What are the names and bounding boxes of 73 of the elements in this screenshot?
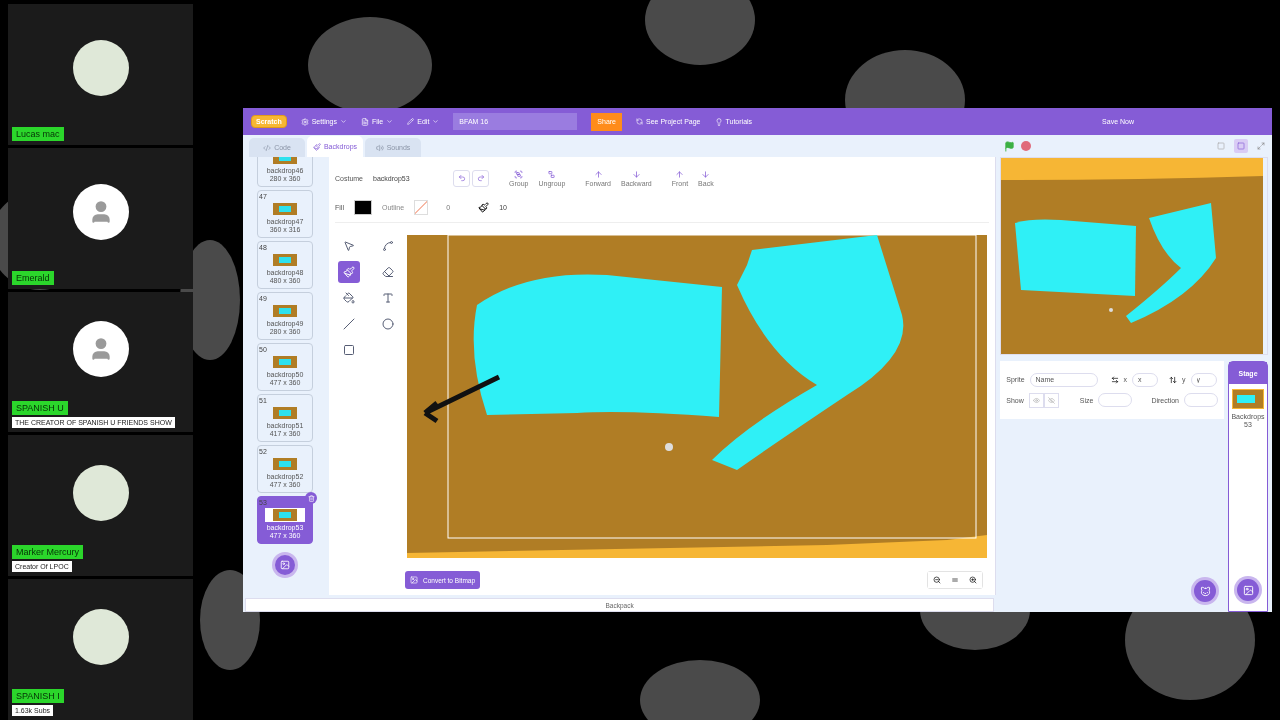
caret-icon (432, 118, 440, 125)
arrows-icon (636, 118, 643, 125)
caret-icon (386, 118, 394, 125)
fullscreen-icon (1257, 142, 1265, 150)
direction-field[interactable] (1184, 393, 1218, 407)
participant-name: SPANISH U (12, 401, 68, 416)
eye-icon (1032, 396, 1040, 404)
reshape-icon (382, 240, 394, 252)
add-backdrop-button[interactable] (275, 555, 295, 575)
brush-icon (312, 142, 321, 151)
brush-icon (343, 266, 355, 278)
equals-icon (951, 576, 960, 584)
small-stage-icon (1217, 142, 1225, 150)
fill-swatch[interactable] (353, 200, 372, 215)
arrow-up-icon (593, 169, 603, 179)
trash-icon (307, 494, 315, 502)
image-icon (1242, 584, 1254, 596)
group-icon (514, 169, 524, 179)
participant-name: SPANISH I (12, 689, 64, 703)
text-icon (382, 292, 394, 304)
settings-icon (300, 117, 309, 126)
show-button[interactable] (1028, 392, 1044, 408)
vertical-arrow-icon (1169, 375, 1178, 384)
lightbulb-icon (714, 117, 723, 126)
outline-swatch[interactable] (414, 200, 429, 215)
eraser-icon (382, 266, 394, 278)
size-field[interactable] (1098, 393, 1133, 407)
backdrop-thumbnail (273, 254, 297, 266)
backdrop-thumbnail (273, 407, 297, 419)
file-icon (361, 117, 369, 126)
fullscreen-button[interactable] (1254, 139, 1268, 153)
square-icon (343, 344, 355, 356)
zoom-out-icon (933, 576, 942, 584)
arrow-up-icon (675, 169, 685, 179)
pointer-icon (343, 240, 355, 252)
paint-bucket-icon (343, 292, 355, 304)
line-icon (343, 318, 355, 330)
image-icon (280, 560, 290, 570)
undo-icon (457, 174, 466, 182)
arrow-down-icon (701, 169, 711, 179)
backdrop-thumbnail (273, 305, 297, 317)
backdrop-thumbnail (273, 509, 297, 521)
backdrop-thumbnail (273, 203, 297, 215)
zoom-in-icon (969, 576, 978, 584)
code-icon (263, 143, 272, 152)
backdrop-thumbnail (273, 458, 297, 470)
undo-button[interactable] (453, 169, 470, 187)
participant-name: Marker Mercury (12, 545, 83, 560)
normal-stage-button[interactable] (1234, 139, 1248, 153)
caret-icon (340, 118, 347, 125)
speaker-icon (375, 143, 384, 152)
add-sprite-button[interactable] (1194, 580, 1216, 602)
cat-icon (1199, 585, 1211, 597)
brush-icon (478, 202, 490, 213)
stage-thumbnail (1233, 390, 1263, 408)
ungroup-icon (547, 169, 557, 179)
add-backdrop-button[interactable] (1237, 579, 1259, 601)
backdrop-thumbnail (273, 356, 297, 368)
participant-name: Emerald (12, 270, 54, 285)
participant-name: Lucas mac (12, 126, 64, 141)
normal-stage-icon (1237, 142, 1245, 150)
redo-icon (476, 174, 485, 182)
stop-button[interactable] (1021, 141, 1032, 151)
tool-button[interactable] (338, 261, 360, 283)
flag-icon[interactable] (1004, 140, 1016, 152)
redo-button[interactable] (472, 169, 489, 187)
pencil-icon (407, 118, 415, 125)
circle-icon (382, 318, 394, 330)
arrow-down-icon (631, 169, 641, 179)
image-icon (410, 576, 418, 584)
horizontal-arrow-icon (1110, 375, 1119, 384)
eye-off-icon (1047, 396, 1055, 404)
delete-button[interactable] (305, 492, 317, 504)
